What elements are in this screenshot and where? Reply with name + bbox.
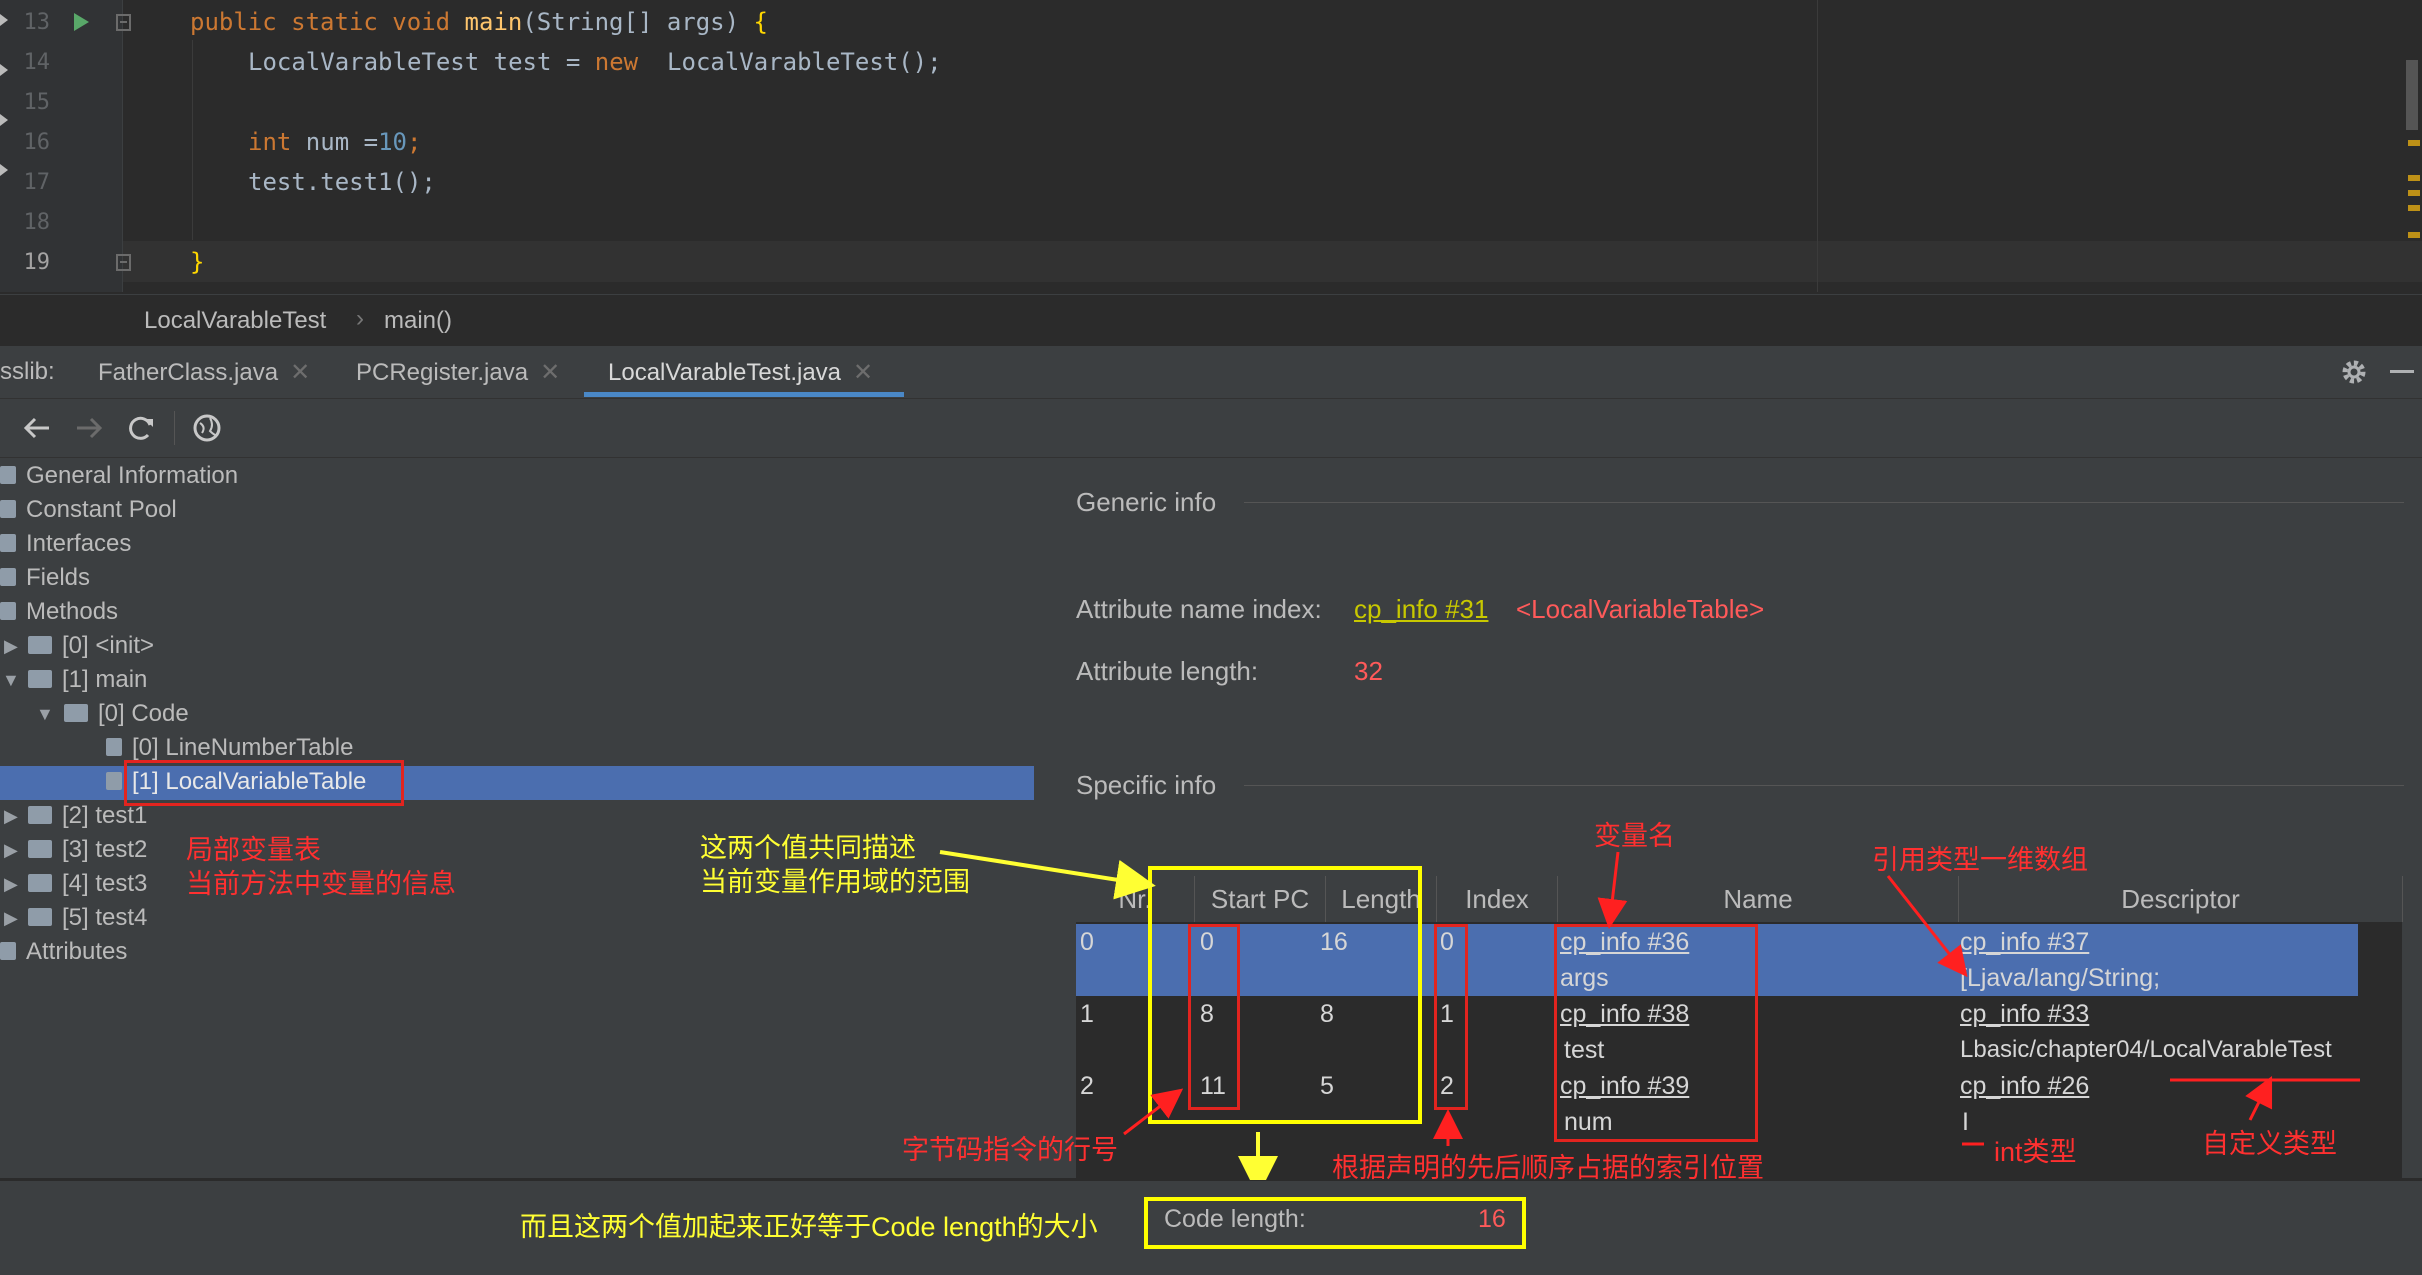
code-length-label: Code length: xyxy=(1164,1205,1306,1233)
annotation-sum: 而且这两个值加起来正好等于Code length的大小 xyxy=(520,1212,1098,1242)
code-length-value: 16 xyxy=(1478,1205,1506,1233)
annotation-arrows xyxy=(939,850,2360,1196)
code-length-bar: 而且这两个值加起来正好等于Code length的大小 Code length:… xyxy=(0,1180,2422,1275)
